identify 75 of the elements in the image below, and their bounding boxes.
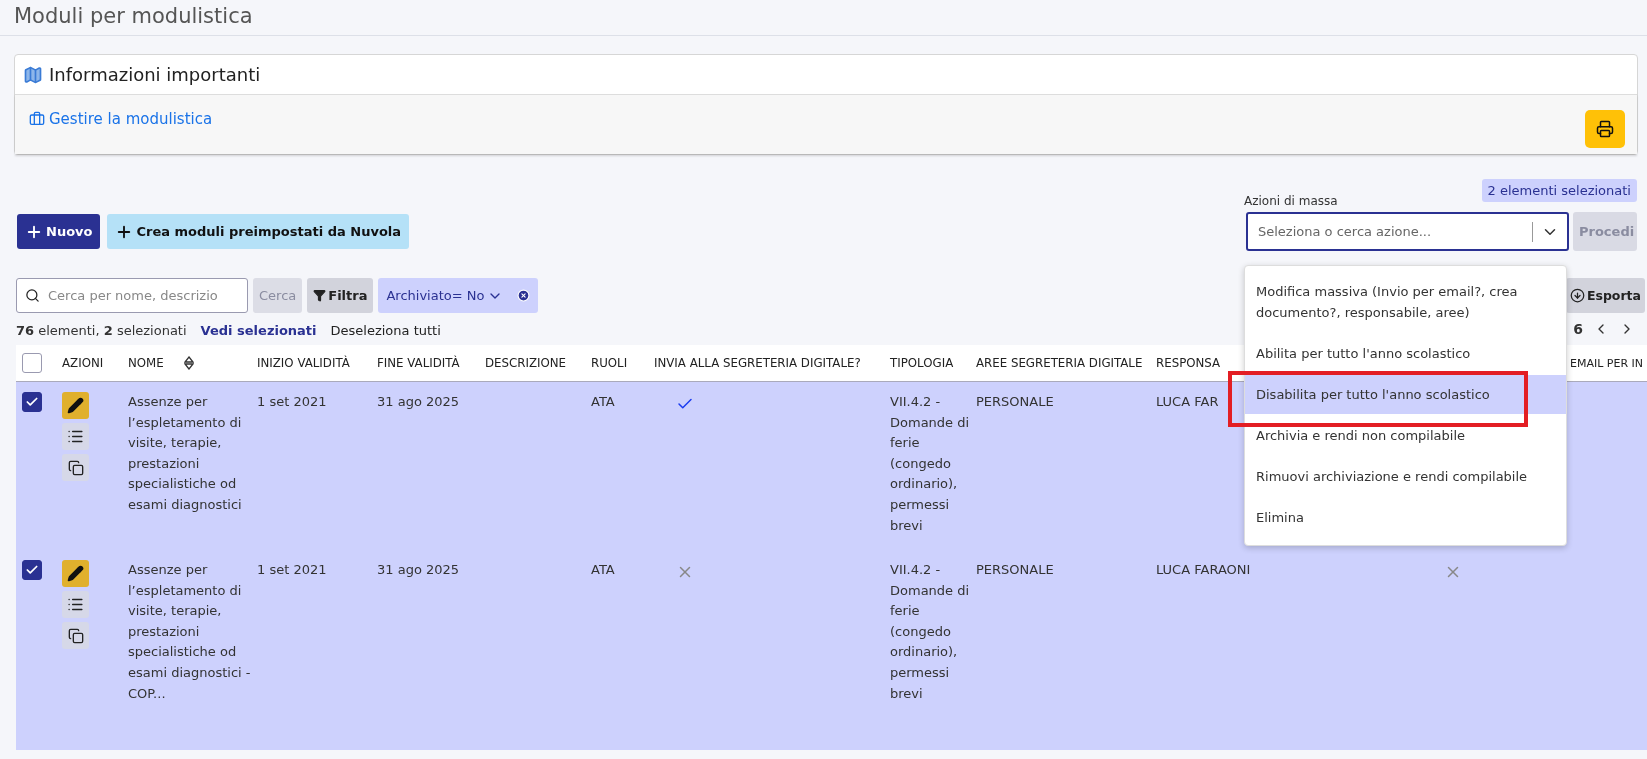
table-cell-text: Assenze per l’espletamento di visite, terapie, prestazioni specialistiche od esami diagnostici - COP... (128, 561, 252, 703)
table-cell-text: VII.4.2 - Domande di ferie (congedo ordinario), permessi brevi (890, 393, 971, 535)
pencil-icon (67, 397, 84, 414)
deselect-all-link[interactable]: Deseleziona tutti (330, 322, 441, 338)
column-header: FINE VALIDITÀ (377, 356, 460, 370)
list-button[interactable] (62, 591, 89, 618)
check-icon (25, 563, 39, 577)
view-selected-link[interactable]: Vedi selezionati (200, 322, 317, 338)
column-header: RESPONSA (1156, 356, 1221, 370)
print-button[interactable] (1585, 110, 1625, 148)
column-header: AREE SEGRETERIA DIGITALE (976, 356, 1143, 370)
new-button[interactable]: Nuovo (17, 214, 101, 249)
action-select[interactable]: Seleziona o cerca azione... (1256, 214, 1532, 249)
map-icon (23, 64, 43, 85)
table-cell-text: ATA (591, 561, 616, 579)
search-field[interactable]: Cerca per nome, descrizio (46, 279, 236, 312)
column-header: DESCRIZIONE (485, 356, 567, 370)
item-count: 76 elementi, 2 selezionati (16, 322, 187, 338)
briefcase-icon (29, 111, 45, 127)
row-checkbox[interactable] (22, 560, 42, 580)
menu-item[interactable]: Abilita per tutto l'anno scolastico (1245, 334, 1566, 373)
pagination-text: 6 (1573, 321, 1583, 337)
table-cell-text: Assenze per l’espletamento di visite, terapie, prestazioni specialistiche od esami diagnostici (128, 393, 243, 514)
column-header: INVIA ALLA SEGRETERIA DIGITALE? (654, 356, 861, 370)
table-cell-text: 31 ago 2025 (377, 561, 461, 579)
column-header: EMAIL PER IN (1570, 356, 1644, 370)
download-icon (1569, 288, 1585, 303)
printer-icon (1596, 120, 1614, 138)
column-header: INIZIO VALIDITÀ (257, 356, 350, 370)
column-header: TIPOLOGIA (890, 356, 954, 370)
action-select-field[interactable]: Seleziona o cerca azione... (1246, 212, 1569, 251)
check-icon (25, 395, 39, 409)
menu-item[interactable]: Disabilita per tutto l'anno scolastico (1245, 375, 1566, 414)
copy-button[interactable] (62, 622, 89, 649)
bulk-actions-label: Azioni di massa (1244, 194, 1338, 208)
row-checkbox[interactable] (22, 392, 42, 412)
column-header: AZIONI (62, 356, 104, 370)
table-cell-text: ATA (591, 393, 616, 411)
table-cell-text: PERSONALE (976, 561, 1055, 579)
column-header: RUOLI (591, 356, 628, 370)
table-cell-text: LUCA FAR (1156, 393, 1219, 411)
copy-icon (67, 627, 84, 644)
search-box[interactable]: Cerca per nome, descrizio (16, 278, 248, 313)
edit-button[interactable] (62, 560, 89, 587)
create-presets-button[interactable]: Crea moduli preimpostati da Nuvola (107, 214, 410, 249)
selection-badge: 2 elementi selezionati (1481, 179, 1637, 202)
menu-item[interactable]: Elimina (1245, 498, 1566, 537)
remove-filter-icon[interactable] (517, 289, 531, 302)
table-cell-text: VII.4.2 - Domande di ferie (congedo ordinario), permessi brevi (890, 561, 971, 703)
export-button[interactable]: Esporta (1565, 278, 1645, 313)
list-icon (67, 596, 84, 613)
list-icon (67, 428, 84, 445)
page-title: Moduli per modulistica (14, 4, 253, 28)
table-cell-text: LUCA FARAONI (1156, 561, 1251, 579)
filter-chip[interactable]: Archiviato= No (378, 278, 539, 313)
filter-button[interactable]: Filtra (307, 278, 374, 313)
filter-icon (313, 289, 327, 302)
table-cell-text: PERSONALE (976, 393, 1055, 411)
select-all-checkbox[interactable] (22, 353, 42, 373)
copy-button[interactable] (62, 454, 89, 481)
guide-link[interactable]: Gestire la modulistica (29, 110, 213, 128)
menu-item[interactable]: Modifica massiva (Invio per email?, crea documento?, responsabile, aree) (1245, 272, 1566, 332)
edit-button[interactable] (62, 392, 89, 419)
pencil-icon (67, 565, 84, 582)
search-icon (25, 288, 40, 303)
menu-item[interactable]: Rimuovi archiviazione e rendi compilabile (1245, 457, 1566, 496)
table-cell-text: 1 set 2021 (257, 561, 328, 579)
table-cell-text: 31 ago 2025 (377, 393, 461, 411)
column-header[interactable]: NOME (128, 356, 164, 370)
card-title: Informazioni importanti (49, 64, 261, 85)
table-cell-text: 1 set 2021 (257, 393, 328, 411)
sort-icon[interactable] (183, 356, 194, 370)
list-button[interactable] (62, 423, 89, 450)
menu-item[interactable]: Archivia e rendi non compilabile (1245, 416, 1566, 455)
copy-icon (67, 459, 84, 476)
